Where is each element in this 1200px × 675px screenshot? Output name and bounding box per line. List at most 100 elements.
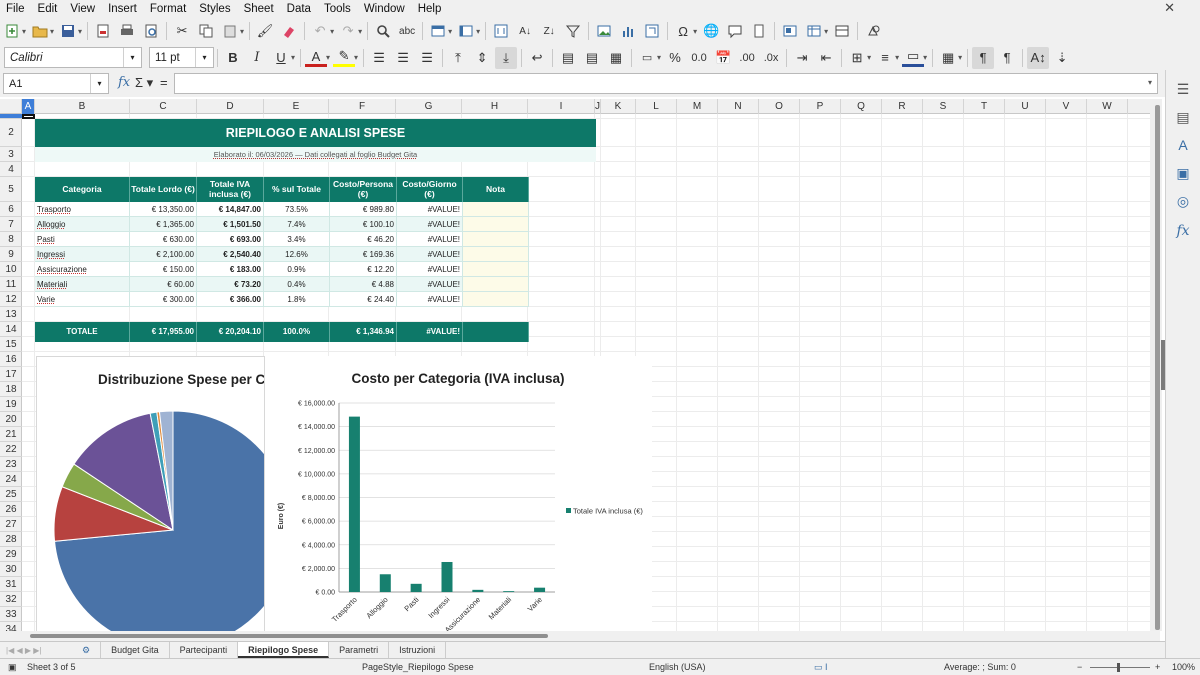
formula-input[interactable] bbox=[174, 73, 1158, 94]
table-cell[interactable]: 73.5% bbox=[264, 202, 330, 217]
gallery-icon[interactable]: ▣ bbox=[1174, 164, 1192, 182]
row-header-20[interactable]: 20 bbox=[0, 412, 22, 427]
tab-partecipanti[interactable]: Partecipanti bbox=[170, 642, 239, 658]
function-wizard-icon[interactable]: fx bbox=[118, 75, 130, 90]
row-icon[interactable] bbox=[427, 20, 449, 42]
pivot-table-icon[interactable] bbox=[641, 20, 663, 42]
table-cell[interactable] bbox=[463, 217, 529, 232]
table-cell[interactable]: € 989.80 bbox=[330, 202, 397, 217]
table-cell[interactable]: € 46.20 bbox=[330, 232, 397, 247]
close-document-icon[interactable]: ✕ bbox=[1164, 0, 1175, 16]
total-cell[interactable] bbox=[463, 322, 529, 342]
border-style-icon[interactable]: ≡ bbox=[874, 47, 896, 69]
functions-icon[interactable]: fx bbox=[1174, 222, 1192, 240]
menu-data[interactable]: Data bbox=[287, 3, 311, 15]
total-cell[interactable]: € 1,346.94 bbox=[330, 322, 397, 342]
row-header-19[interactable]: 19 bbox=[0, 397, 22, 412]
chevron-down-icon[interactable]: ▾ bbox=[90, 74, 108, 93]
open-folder-icon[interactable] bbox=[29, 20, 51, 42]
table-cell[interactable]: 7.4% bbox=[264, 217, 330, 232]
column-header-v[interactable]: V bbox=[1046, 99, 1087, 114]
freeze-rows-columns-icon[interactable] bbox=[803, 20, 825, 42]
bold-icon[interactable]: B bbox=[222, 47, 244, 69]
chevron-down-icon[interactable]: ▾ bbox=[657, 53, 661, 62]
table-cell[interactable]: € 183.00 bbox=[197, 262, 264, 277]
undo-icon[interactable]: ↶ bbox=[309, 20, 331, 42]
active-cell-cursor[interactable] bbox=[22, 114, 35, 119]
row-header-34[interactable]: 34 bbox=[0, 622, 22, 631]
bar-varie[interactable] bbox=[534, 587, 546, 592]
insert-chart-icon[interactable] bbox=[617, 20, 639, 42]
align-top-icon[interactable]: ⤒ bbox=[447, 47, 469, 69]
chevron-down-icon[interactable]: ▾ bbox=[958, 53, 962, 62]
chevron-down-icon[interactable]: ▾ bbox=[326, 53, 330, 62]
menu-view[interactable]: View bbox=[70, 3, 95, 15]
table-cell[interactable]: € 693.00 bbox=[197, 232, 264, 247]
text-direction-ttb-icon[interactable]: ⇣ bbox=[1051, 47, 1073, 69]
table-header[interactable]: Categoria bbox=[35, 177, 130, 202]
row-header-12[interactable]: 12 bbox=[0, 292, 22, 307]
format-as-date-icon[interactable]: 📅 bbox=[712, 47, 734, 69]
bar-trasporto[interactable] bbox=[348, 416, 360, 592]
tab-istruzioni[interactable]: Istruzioni bbox=[389, 642, 447, 658]
column-header-e[interactable]: E bbox=[264, 99, 329, 114]
row-header-29[interactable]: 29 bbox=[0, 547, 22, 562]
print-preview-icon[interactable] bbox=[140, 20, 162, 42]
tab-budget-gita[interactable]: Budget Gita bbox=[101, 642, 170, 658]
column-header-a[interactable]: A bbox=[22, 99, 35, 114]
wrap-text-icon[interactable]: ↩ bbox=[526, 47, 548, 69]
decrease-indent-icon[interactable]: ⇤ bbox=[815, 47, 837, 69]
table-header[interactable]: Totale Lordo (€) bbox=[130, 177, 197, 202]
row-header-31[interactable]: 31 bbox=[0, 577, 22, 592]
format-as-percent-icon[interactable]: % bbox=[664, 47, 686, 69]
new-document-icon[interactable] bbox=[1, 20, 23, 42]
zoom-in-icon[interactable]: + bbox=[1155, 662, 1160, 672]
bar-alloggio[interactable] bbox=[379, 574, 391, 592]
table-cell[interactable]: 0.9% bbox=[264, 262, 330, 277]
define-print-area-icon[interactable] bbox=[779, 20, 801, 42]
chevron-down-icon[interactable]: ▾ bbox=[895, 53, 899, 62]
table-cell[interactable]: € 4.88 bbox=[330, 277, 397, 292]
border-color-icon[interactable]: ▭ bbox=[902, 48, 925, 67]
chevron-down-icon[interactable]: ▾ bbox=[123, 48, 141, 67]
menu-format[interactable]: Format bbox=[150, 3, 186, 15]
format-as-currency-icon[interactable]: ▭ bbox=[636, 47, 658, 69]
paste-icon[interactable] bbox=[219, 20, 241, 42]
row-header-18[interactable]: 18 bbox=[0, 382, 22, 397]
redo-icon[interactable]: ↷ bbox=[337, 20, 359, 42]
align-center-icon[interactable]: ☰ bbox=[392, 47, 414, 69]
row-header-16[interactable]: 16 bbox=[0, 352, 22, 367]
select-all-corner[interactable] bbox=[0, 99, 22, 114]
table-cell[interactable]: € 12.20 bbox=[330, 262, 397, 277]
tab-riepilogo-spese[interactable]: Riepilogo Spese bbox=[238, 642, 330, 658]
column-header-b[interactable]: B bbox=[35, 99, 130, 114]
print-icon[interactable] bbox=[116, 20, 138, 42]
table-cell[interactable] bbox=[463, 277, 529, 292]
menu-help[interactable]: Help bbox=[418, 3, 442, 15]
row-header-10[interactable]: 10 bbox=[0, 262, 22, 277]
sort-descending-icon[interactable]: Z↓ bbox=[538, 20, 560, 42]
increase-indent-icon[interactable]: ⇥ bbox=[791, 47, 813, 69]
expand-formula-bar-icon[interactable]: ▾ bbox=[1148, 78, 1152, 87]
underline-icon[interactable]: U bbox=[270, 47, 292, 69]
table-header[interactable]: Totale IVA inclusa (€) bbox=[197, 177, 264, 202]
table-cell[interactable]: #VALUE! bbox=[397, 247, 463, 262]
table-cell[interactable] bbox=[463, 247, 529, 262]
table-cell[interactable]: 0.4% bbox=[264, 277, 330, 292]
table-header[interactable]: % sul Totale bbox=[264, 177, 330, 202]
row-header-32[interactable]: 32 bbox=[0, 592, 22, 607]
pie-chart[interactable]: Distribuzione Spese per Ca bbox=[36, 356, 265, 636]
conditional-format-icon[interactable]: ▦ bbox=[937, 47, 959, 69]
chevron-down-icon[interactable]: ▾ bbox=[195, 48, 213, 67]
italic-icon[interactable]: I bbox=[246, 47, 268, 69]
table-cell[interactable] bbox=[463, 232, 529, 247]
row-header-13[interactable]: 13 bbox=[0, 307, 22, 322]
tab-navigation-icon[interactable]: |◀ ◀ ▶ ▶| bbox=[0, 646, 72, 655]
zoom-slider-thumb[interactable] bbox=[1117, 663, 1120, 672]
chevron-down-icon[interactable]: ▾ bbox=[923, 53, 927, 62]
table-cell[interactable]: € 2,100.00 bbox=[130, 247, 197, 262]
column-header-c[interactable]: C bbox=[130, 99, 197, 114]
right-to-left-icon[interactable]: ¶ bbox=[996, 47, 1018, 69]
row-header-23[interactable]: 23 bbox=[0, 457, 22, 472]
table-cell[interactable]: 3.4% bbox=[264, 232, 330, 247]
